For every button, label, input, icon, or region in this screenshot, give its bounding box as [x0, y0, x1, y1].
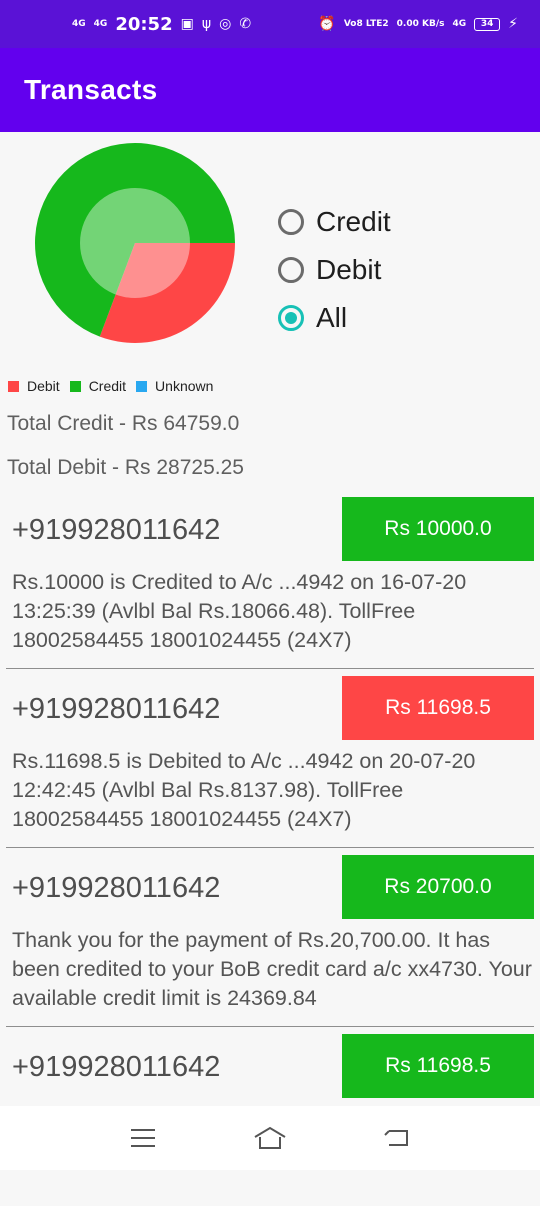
- radio-label-credit: Credit: [316, 206, 391, 237]
- transaction-amount-badge: Rs 11698.5: [342, 1034, 534, 1098]
- filter-radio-group: Credit Debit All: [278, 198, 391, 342]
- transaction-list[interactable]: +919928011642 Rs 10000.0 Rs.10000 is Cre…: [0, 490, 540, 1206]
- pie-chart[interactable]: [34, 142, 236, 344]
- whatsapp-icon: ✆: [239, 16, 252, 32]
- status-left: 4G 4G 20:52 ▣ ψ ◎ ✆: [72, 14, 251, 35]
- transaction-phone: +919928011642: [12, 514, 221, 546]
- radio-debit[interactable]: Debit: [278, 246, 391, 294]
- usb-icon: ψ: [201, 16, 212, 32]
- battery-icon: 34: [474, 17, 501, 31]
- signal-icon-2: 4G: [93, 18, 108, 29]
- pie-center-hole: [80, 188, 190, 298]
- radio-button-debit[interactable]: [278, 257, 304, 283]
- radio-button-credit[interactable]: [278, 209, 304, 235]
- legend-label-unknown: Unknown: [155, 378, 214, 394]
- radio-label-all: All: [316, 302, 348, 333]
- legend-swatch-credit: [69, 380, 81, 392]
- legend-item-debit: Debit: [8, 378, 60, 394]
- transaction-message: Rs.10000 is Credited to A/c ...4942 on 1…: [12, 570, 467, 652]
- transaction-amount-badge: Rs 10000.0: [342, 497, 534, 561]
- home-icon[interactable]: [250, 1121, 290, 1155]
- alarm-icon: ⏰: [318, 16, 336, 32]
- charging-icon: ⚡: [508, 16, 518, 32]
- notification-icon: ▣: [180, 16, 194, 32]
- legend-label-credit: Credit: [88, 378, 127, 394]
- legend-swatch-debit: [8, 380, 19, 392]
- network-speed: 0.00 KB/s: [396, 18, 445, 29]
- transaction-amount-badge: Rs 20700.0: [342, 855, 534, 919]
- app-bar: Transacts: [0, 48, 540, 132]
- signal-icon-1: 4G: [72, 18, 86, 29]
- legend-swatch-unknown: [136, 380, 148, 392]
- status-bar: 4G 4G 20:52 ▣ ψ ◎ ✆ ⏰ Vo8 LTE2 0.00 KB/s…: [0, 0, 540, 48]
- legend-item-credit: Credit: [69, 378, 127, 394]
- transaction-item[interactable]: +919928011642 Rs 10000.0 Rs.10000 is Cre…: [0, 490, 540, 669]
- transaction-item[interactable]: +919928011642 Rs 11698.5 Rs.11698.5 is D…: [0, 669, 540, 848]
- total-debit: Total Debit - Rs 28725.25: [7, 456, 244, 479]
- total-credit: Total Credit - Rs 64759.0: [7, 412, 240, 435]
- menu-icon[interactable]: [123, 1121, 163, 1155]
- signal-icon-3: 4G: [452, 18, 467, 29]
- legend-label-debit: Debit: [27, 378, 60, 394]
- radio-credit[interactable]: Credit: [278, 198, 391, 246]
- legend-item-unknown: Unknown: [136, 378, 213, 394]
- transaction-message: Thank you for the payment of Rs.20,700.0…: [12, 928, 532, 1010]
- pie-chart-svg[interactable]: [34, 142, 236, 344]
- volte-indicator: Vo8 LTE2: [343, 18, 389, 29]
- transaction-item[interactable]: +919928011642 Rs 20700.0 Thank you for t…: [0, 848, 540, 1027]
- transaction-phone: +919928011642: [12, 1051, 221, 1083]
- app-title: Transacts: [24, 74, 158, 105]
- status-time: 20:52: [115, 13, 173, 35]
- transaction-amount-badge: Rs 11698.5: [342, 676, 534, 740]
- navigation-bar: [0, 1106, 540, 1170]
- back-icon[interactable]: [377, 1121, 417, 1155]
- radio-label-debit: Debit: [316, 254, 382, 285]
- radio-all[interactable]: All: [278, 294, 391, 342]
- transaction-message: Rs.11698.5 is Debited to A/c ...4942 on …: [12, 749, 476, 831]
- transaction-phone: +919928011642: [12, 872, 221, 904]
- radio-button-all[interactable]: [278, 305, 304, 331]
- status-right: ⏰ Vo8 LTE2 0.00 KB/s 4G 34 ⚡: [318, 16, 518, 32]
- chart-legend: Debit Credit Unknown: [8, 378, 223, 394]
- transaction-phone: +919928011642: [12, 693, 221, 725]
- hotspot-icon: ◎: [219, 16, 232, 32]
